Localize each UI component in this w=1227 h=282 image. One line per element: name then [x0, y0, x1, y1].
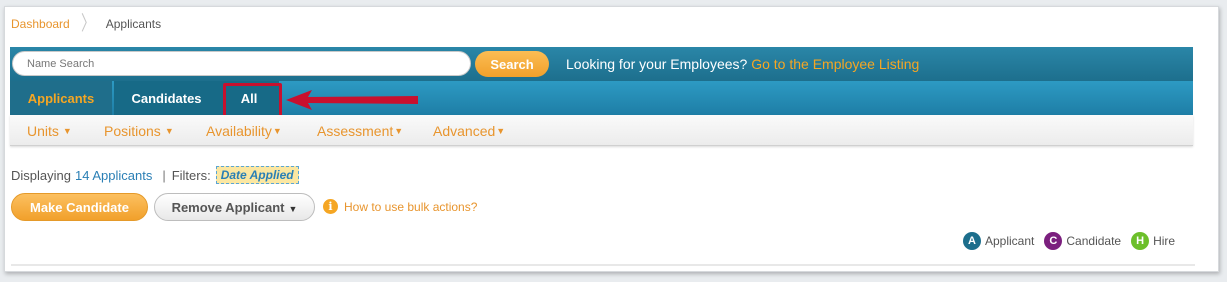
summary-prefix: Displaying	[11, 167, 71, 183]
tab-bar: Applicants Candidates All	[10, 81, 1193, 115]
legend-label-hire: Hire	[1153, 234, 1176, 248]
filter-units-label: Units	[27, 123, 59, 139]
summary-separator: |	[162, 167, 166, 183]
hire-badge-icon: H	[1131, 232, 1150, 250]
filter-availability-label: Availability	[206, 123, 272, 139]
applicant-count: 14 Applicants	[74, 167, 153, 183]
caret-down-icon: ▼	[496, 126, 506, 136]
annotation-arrow-icon	[286, 90, 418, 110]
remove-applicant-button[interactable]: Remove Applicant ▼	[154, 193, 315, 221]
filter-advanced[interactable]: Advanced▼	[433, 123, 505, 139]
status-legend: A Applicant C Candidate H Hire	[963, 232, 1185, 250]
legend-label-candidate: Candidate	[1066, 234, 1122, 248]
employee-prompt: Looking for your Employees? Go to the Em…	[566, 56, 919, 72]
filter-assessment[interactable]: Assessment▼	[317, 123, 403, 139]
name-search-input[interactable]	[12, 51, 471, 76]
results-summary: Displaying 14 Applicants | Filters: Date…	[11, 166, 299, 184]
caret-down-icon: ▼	[164, 126, 174, 136]
employee-listing-link[interactable]: Go to the Employee Listing	[751, 56, 919, 72]
search-bar: Search Looking for your Employees? Go to…	[10, 47, 1193, 81]
tab-candidates[interactable]: Candidates	[114, 81, 219, 115]
bulk-actions-help[interactable]: i How to use bulk actions?	[323, 199, 477, 214]
filter-positions[interactable]: Positions ▼	[104, 123, 174, 139]
caret-down-icon: ▼	[394, 126, 404, 136]
filter-assessment-label: Assessment	[317, 123, 394, 139]
employee-prompt-text: Looking for your Employees?	[566, 56, 748, 72]
make-candidate-button[interactable]: Make Candidate	[11, 193, 148, 221]
filter-positions-label: Positions	[104, 123, 161, 139]
breadcrumb-separator-icon: 〉	[80, 13, 95, 35]
tab-applicants[interactable]: Applicants	[10, 81, 112, 115]
caret-down-icon: ▼	[288, 203, 298, 214]
filter-tag-date-applied[interactable]: Date Applied	[215, 166, 299, 184]
legend-item-hire: H Hire	[1131, 232, 1175, 250]
info-icon: i	[323, 199, 338, 214]
search-button[interactable]: Search	[475, 51, 549, 77]
legend-label-applicant: Applicant	[985, 234, 1035, 248]
legend-item-candidate: C Candidate	[1044, 232, 1121, 250]
breadcrumb-current: Applicants	[105, 17, 162, 31]
annotation-highlight-box	[223, 83, 282, 118]
filter-advanced-label: Advanced	[433, 123, 496, 139]
candidate-badge-icon: C	[1044, 232, 1063, 250]
filter-availability[interactable]: Availability▼	[206, 123, 282, 139]
legend-item-applicant: A Applicant	[963, 232, 1034, 250]
bulk-actions-help-link[interactable]: How to use bulk actions?	[344, 200, 477, 214]
remove-applicant-label: Remove Applicant	[171, 199, 285, 215]
content-divider	[11, 264, 1195, 266]
filters-label: Filters:	[171, 167, 211, 183]
caret-down-icon: ▼	[272, 126, 282, 136]
breadcrumb-dashboard-link[interactable]: Dashboard	[11, 17, 70, 31]
breadcrumb: Dashboard 〉 Applicants	[11, 13, 162, 35]
caret-down-icon: ▼	[62, 126, 72, 136]
filter-bar: Units ▼ Positions ▼ Availability▼ Assessme…	[10, 115, 1193, 146]
applicant-badge-icon: A	[963, 232, 981, 250]
filter-units[interactable]: Units ▼	[27, 123, 72, 139]
